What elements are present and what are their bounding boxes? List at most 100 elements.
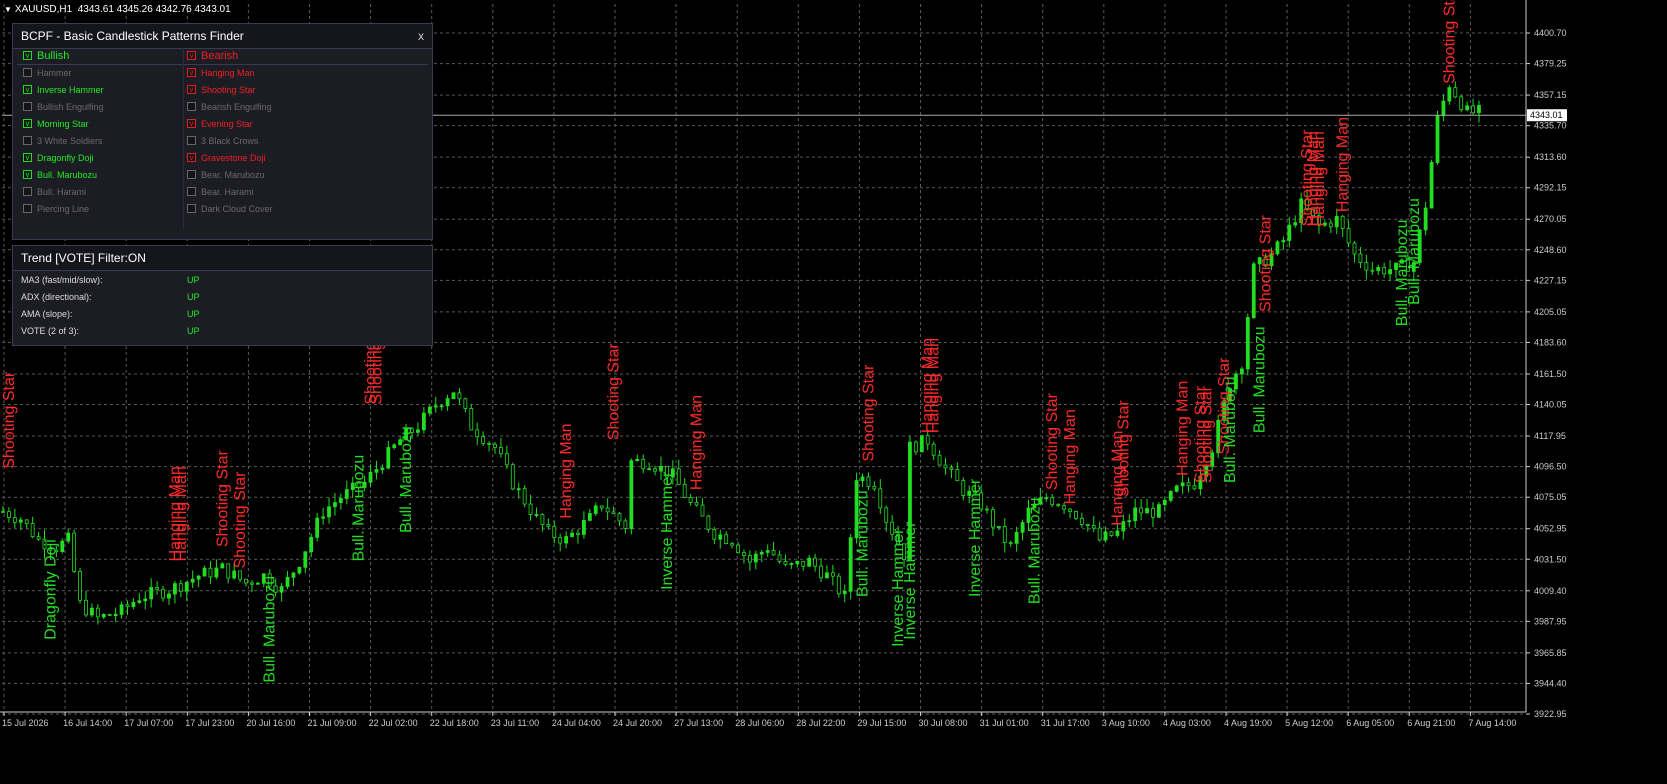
candle-body — [285, 576, 290, 587]
candle-body — [469, 408, 474, 431]
bearish-pattern-toggle[interactable]: v Gravestone Doji — [187, 150, 266, 167]
bearish-pattern-toggle[interactable]: v Shooting Star — [187, 82, 256, 99]
price-tick-label: 4117.95 — [1534, 431, 1566, 441]
bullish-pattern-checkbox[interactable] — [23, 68, 32, 78]
bearish-pattern-checkbox[interactable]: v — [187, 153, 196, 163]
bearish-pattern-checkbox[interactable] — [187, 102, 196, 112]
bullish-toggle[interactable]: v Bullish — [23, 48, 69, 65]
candle-body — [866, 476, 871, 487]
candle-body — [18, 519, 23, 523]
dropdown-triangle-icon[interactable]: ▼ — [4, 5, 12, 14]
time-tick-label: 29 Jul 15:00 — [857, 718, 906, 728]
time-tick-label: 27 Jul 13:00 — [674, 718, 723, 728]
bullish-pattern-toggle[interactable]: v Inverse Hammer — [23, 82, 104, 99]
candle-body — [463, 398, 468, 409]
candle-body — [374, 469, 379, 473]
candle-body — [694, 502, 699, 506]
candle-body — [439, 405, 444, 408]
bearish-pattern-toggle[interactable]: v Evening Star — [187, 116, 253, 133]
bearish-pattern-checkbox[interactable]: v — [187, 119, 196, 129]
bearish-pattern-label: Bearish Engulfing — [201, 102, 272, 112]
panel-title: BCPF - Basic Candlestick Patterns Finder — [21, 29, 244, 43]
bearish-pattern-toggle[interactable]: Bear. Marubozu — [187, 167, 265, 184]
bearish-pattern-label: Hanging Man — [1335, 117, 1352, 212]
bullish-pattern-checkbox[interactable] — [23, 204, 32, 214]
bullish-pattern-checkbox[interactable]: v — [23, 85, 32, 95]
bullish-pattern-checkbox[interactable] — [23, 187, 32, 197]
bullish-pattern-checkbox[interactable] — [23, 102, 32, 112]
pattern-row: v Dragonfly Doji v Gravestone Doji — [13, 150, 432, 167]
bearish-pattern-checkbox[interactable] — [187, 136, 196, 146]
candle-body — [1245, 317, 1250, 370]
bearish-pattern-checkbox[interactable] — [187, 170, 196, 180]
bullish-pattern-toggle[interactable]: v Morning Star — [23, 116, 89, 133]
candle-body — [653, 468, 657, 472]
candle-body — [860, 476, 865, 481]
trend-value-vote: UP — [187, 326, 200, 336]
candle-body — [623, 520, 628, 529]
bullish-pattern-toggle[interactable]: Piercing Line — [23, 201, 89, 218]
panel-title-bar[interactable]: BCPF - Basic Candlestick Patterns Finder… — [13, 24, 432, 49]
candle-body — [344, 489, 349, 499]
candle-body — [771, 550, 776, 556]
bullish-checkbox[interactable]: v — [23, 50, 32, 60]
candle-body — [540, 514, 545, 525]
candle-body — [1239, 368, 1244, 375]
bearish-pattern-checkbox[interactable]: v — [187, 68, 196, 78]
candle-body — [587, 513, 592, 521]
bullish-pattern-checkbox[interactable]: v — [23, 153, 32, 163]
bearish-toggle[interactable]: v Bearish — [187, 48, 238, 65]
candle-body — [1074, 511, 1078, 519]
bullish-pattern-toggle[interactable]: 3 White Soldiers — [23, 133, 103, 150]
bullish-pattern-checkbox[interactable] — [23, 136, 32, 146]
bullish-pattern-toggle[interactable]: v Dragonfly Doji — [23, 150, 94, 167]
bullish-pattern-checkbox[interactable]: v — [23, 170, 32, 180]
bearish-pattern-toggle[interactable]: Dark Cloud Cover — [187, 201, 273, 218]
candle-body — [1293, 222, 1298, 226]
bearish-pattern-toggle[interactable]: 3 Black Crows — [187, 133, 259, 150]
bullish-pattern-toggle[interactable]: Hammer — [23, 65, 72, 82]
candle-body — [913, 441, 918, 453]
candle-body — [564, 536, 569, 544]
bearish-pattern-toggle[interactable]: Bearish Engulfing — [187, 99, 272, 116]
bearish-pattern-label: Hanging Man — [201, 68, 255, 78]
candle-body — [167, 593, 171, 599]
bullish-pattern-label: Inverse Hammer — [37, 85, 104, 95]
bearish-pattern-checkbox[interactable] — [187, 204, 196, 214]
price-tick-label: 4009.40 — [1534, 586, 1567, 596]
candle-body — [1091, 525, 1096, 529]
bearish-pattern-label: Shooting Star — [860, 364, 877, 462]
candle-body — [931, 443, 936, 456]
candle-body — [297, 566, 302, 574]
bearish-pattern-label: Gravestone Doji — [201, 153, 266, 163]
candle-body — [1471, 105, 1475, 114]
candle-body — [783, 561, 788, 565]
bullish-pattern-toggle[interactable]: Bullish Engulfing — [23, 99, 104, 116]
bearish-pattern-checkbox[interactable] — [187, 187, 196, 197]
bearish-pattern-toggle[interactable]: Bear. Harami — [187, 184, 254, 201]
candle-body — [1358, 253, 1363, 264]
candle-body — [1056, 504, 1061, 507]
candle-body — [1388, 269, 1392, 275]
time-tick-label: 16 Jul 14:00 — [63, 718, 112, 728]
candle-body — [925, 435, 930, 445]
bullish-pattern-label: Dragonfly Doji — [42, 539, 59, 639]
bearish-pattern-checkbox[interactable]: v — [187, 85, 196, 95]
bullish-pattern-toggle[interactable]: Bull. Harami — [23, 184, 86, 201]
bearish-pattern-label: Hanging Man — [173, 466, 190, 561]
bullish-pattern-checkbox[interactable]: v — [23, 119, 32, 129]
price-tick-label: 4227.15 — [1534, 275, 1567, 285]
candle-body — [1275, 241, 1280, 255]
candle-body — [528, 503, 533, 515]
close-button[interactable]: x — [418, 24, 424, 48]
candle-body — [1328, 222, 1333, 228]
candle-body — [611, 511, 616, 514]
time-tick-label: 4 Aug 19:00 — [1224, 718, 1272, 728]
candle-body — [789, 563, 794, 565]
bearish-pattern-toggle[interactable]: v Hanging Man — [187, 65, 255, 82]
bullish-pattern-toggle[interactable]: v Bull. Marubozu — [23, 167, 97, 184]
bearish-checkbox[interactable]: v — [187, 50, 196, 60]
bearish-pattern-label: Hanging Man — [689, 395, 706, 490]
candle-body — [327, 506, 331, 518]
bearish-pattern-label: Dark Cloud Cover — [201, 204, 273, 214]
